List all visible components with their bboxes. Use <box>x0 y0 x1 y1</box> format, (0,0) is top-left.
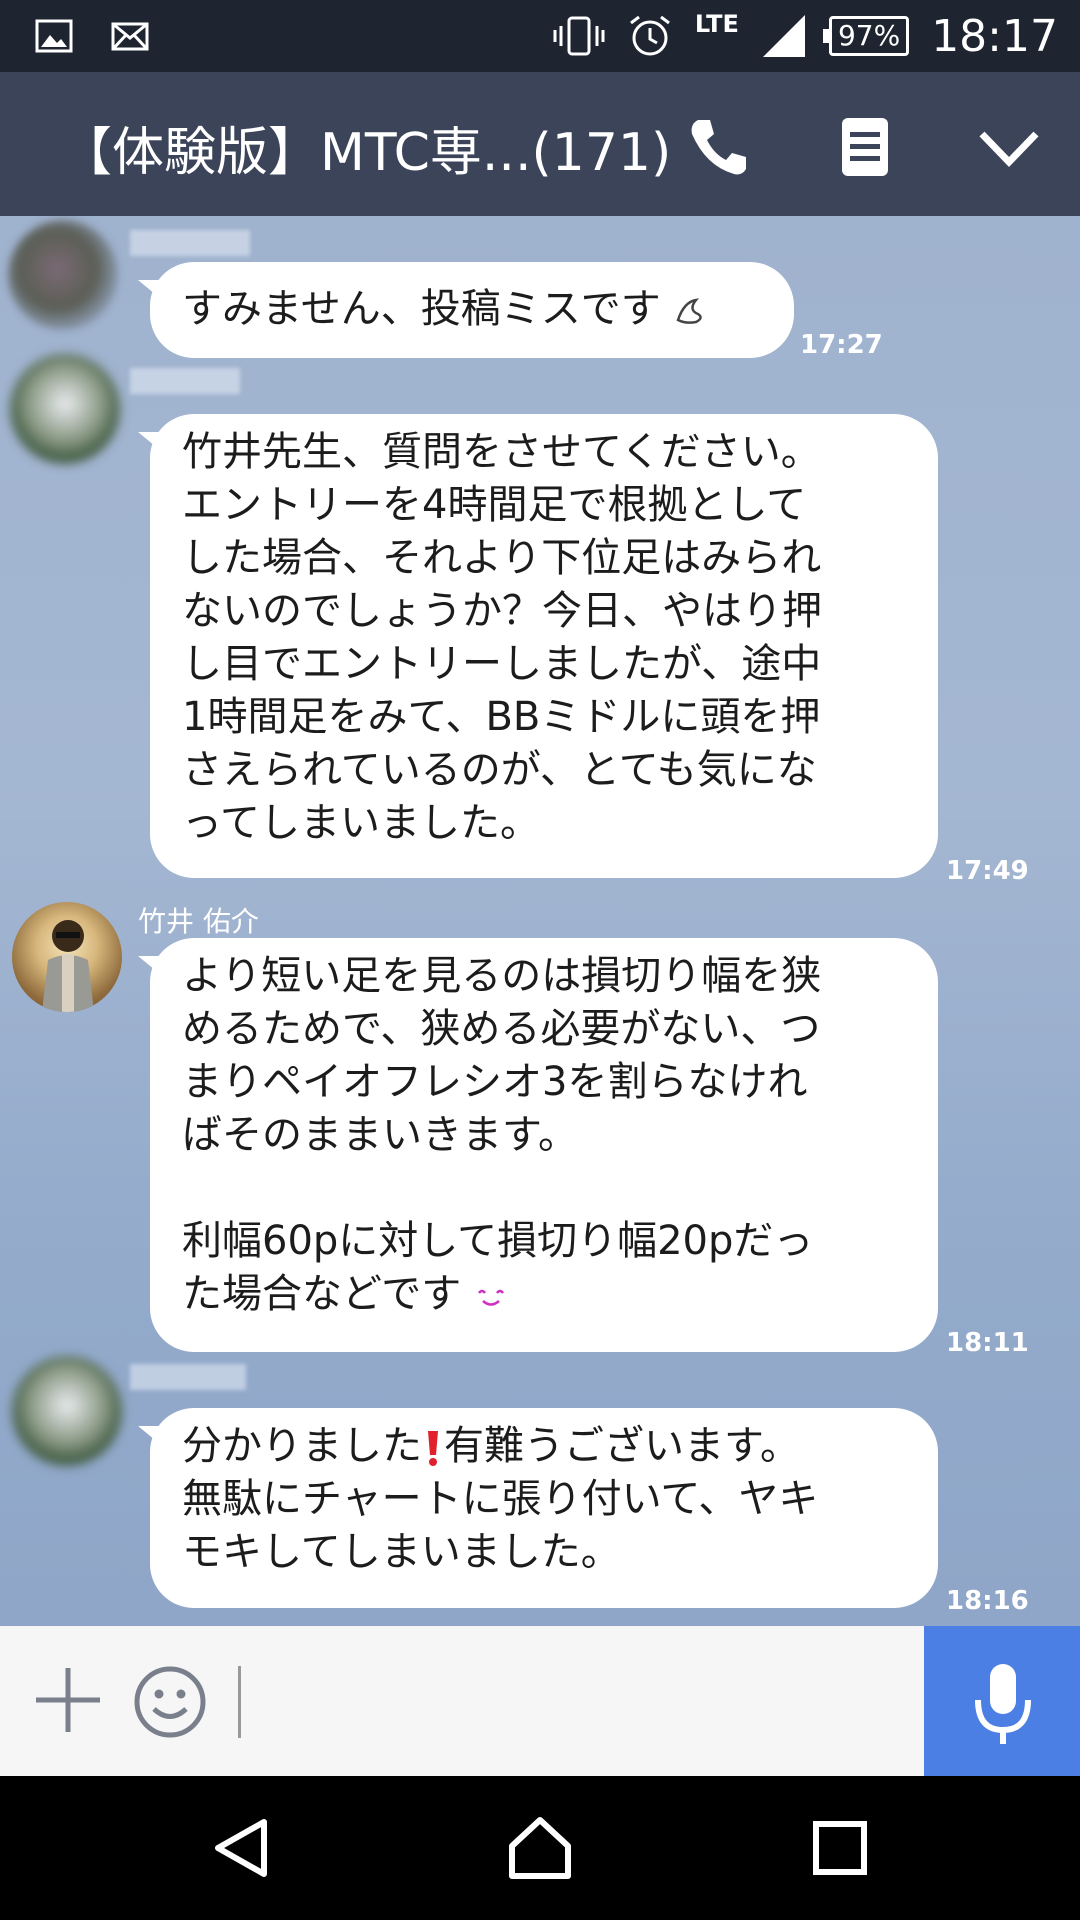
voice-input-button[interactable] <box>924 1626 1080 1776</box>
message-bubble[interactable]: 分かりました 有難うございます。 無駄にチャートに張り付いて、ヤキ モキしてしま… <box>150 1408 938 1608</box>
exclamation-emoji <box>428 1431 438 1466</box>
status-bar: LTE 97% 18:17 <box>0 0 1080 72</box>
image-icon <box>35 19 73 53</box>
smile-emoji <box>477 1289 504 1306</box>
back-icon[interactable] <box>206 1812 278 1884</box>
sender-name: 竹井 佑介 <box>138 905 259 938</box>
message-bubble[interactable]: より短い足を見るのは損切り幅を狭 めるためで、狭める必要がない、つ まりペイオフ… <box>150 938 938 1352</box>
message-bubble[interactable]: 竹井先生、質問をさせてください。 エントリーを4時間足で根拠として した場合、そ… <box>150 414 938 878</box>
microphone-icon <box>975 1664 1031 1744</box>
phone-icon[interactable] <box>684 112 754 182</box>
message-text-line: た場合などです <box>182 1271 462 1317</box>
message-text-line: めるためで、狭める必要がない、つ <box>182 1006 821 1052</box>
emoji-icon[interactable] <box>132 1664 208 1740</box>
sender-name <box>130 1364 246 1390</box>
message-time: 18:16 <box>946 1586 1029 1616</box>
message-text-line: 利幅60pに対して損切り幅20pだっ <box>182 1218 814 1264</box>
message-text-line: まりペイオフレシオ3を割らなけれ <box>182 1059 808 1105</box>
vibrate-icon <box>553 16 605 56</box>
chat-title: 【体験版】MTC専...(171) <box>60 123 672 183</box>
home-icon[interactable] <box>504 1812 576 1884</box>
person-photo <box>42 920 94 1012</box>
message-text-line: 1時間足をみて、BBミドルに頭を押 <box>182 694 821 740</box>
message-text-line: ないのでしょうか？今日、やはり押 <box>182 588 822 634</box>
message-time: 17:49 <box>946 856 1029 886</box>
message-text-line: した場合、それより下位足はみられ <box>182 535 822 581</box>
recents-icon[interactable] <box>804 1812 876 1884</box>
status-clock: 18:17 <box>931 10 1058 62</box>
message-text-line: モキしてしまいました。 <box>182 1529 621 1575</box>
message-text: すみません、投稿ミスです <box>182 286 661 332</box>
plus-icon[interactable] <box>32 1664 104 1736</box>
avatar[interactable] <box>12 902 122 1012</box>
sender-name <box>130 230 250 256</box>
message-text-line: ばそのままいきます。 <box>182 1112 578 1158</box>
message-text-line: 竹井先生、質問をさせてください。 <box>182 429 821 475</box>
message-bubble[interactable]: すみません、投稿ミスです <box>150 262 794 358</box>
message-text-line: 分かりました <box>182 1423 422 1469</box>
message-text-line: さえられているのが、とても気にな <box>182 747 817 793</box>
chat-header: 【体験版】MTC専...(171) <box>0 72 1080 216</box>
message-text-line: エントリーを4時間足で根拠として <box>182 482 807 528</box>
avatar[interactable] <box>8 220 118 330</box>
sender-name <box>130 368 240 394</box>
message-text-line: し目でエントリーしましたが、途中 <box>182 641 822 687</box>
message-input-bar <box>0 1626 1080 1776</box>
mail-icon <box>111 22 149 51</box>
message-time: 17:27 <box>800 330 883 360</box>
avatar[interactable] <box>10 354 120 464</box>
chat-messages[interactable]: すみません、投稿ミスです 17:27 竹井先生、質問をさせてください。 エントリ… <box>0 216 1080 1626</box>
memo-icon[interactable] <box>830 112 900 182</box>
message-time: 18:11 <box>946 1328 1029 1358</box>
message-text-line-suffix: 有難うございます。 <box>444 1423 800 1469</box>
battery-indicator: 97% <box>822 16 910 56</box>
alarm-icon <box>629 15 670 56</box>
message-text-line: ってしまいました。 <box>182 800 540 846</box>
message-text-line: より短い足を見るのは損切り幅を狭 <box>182 953 822 999</box>
sweat-emoji <box>676 298 702 324</box>
avatar[interactable] <box>12 1356 122 1466</box>
network-type: LTE <box>694 10 739 38</box>
chevron-down-icon[interactable] <box>974 112 1044 182</box>
message-text-line: 無駄にチャートに張り付いて、ヤキ <box>182 1476 819 1522</box>
text-input-cursor[interactable] <box>238 1666 241 1738</box>
signal-icon <box>762 15 805 57</box>
system-nav-bar <box>0 1776 1080 1920</box>
